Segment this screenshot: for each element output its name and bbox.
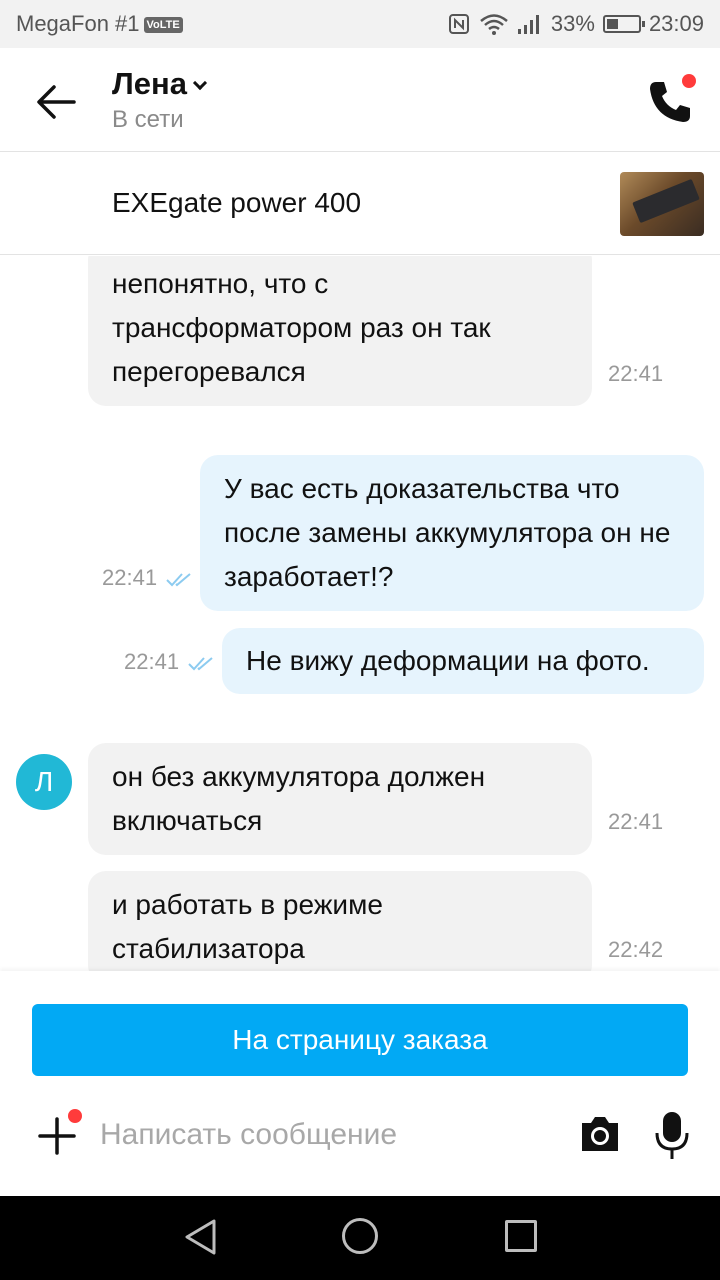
message-input[interactable]	[100, 1109, 560, 1161]
contact-name-button[interactable]: Лена	[112, 66, 208, 102]
message-time: 22:41	[102, 565, 158, 590]
chevron-down-icon	[192, 75, 208, 91]
contact-name: Лена	[112, 66, 187, 101]
message-bubble-outgoing: Не вижу деформации на фото.	[222, 628, 704, 694]
nav-recents-icon[interactable]	[505, 1220, 537, 1252]
presence-status: В сети	[112, 106, 184, 133]
listing-thumbnail	[620, 172, 704, 236]
message-time: 22:41	[608, 809, 664, 834]
message-bubble-incoming: он без аккумулятора должен включаться	[88, 743, 592, 855]
attach-button[interactable]	[38, 1109, 82, 1155]
message-time: 22:41	[608, 361, 664, 386]
message-time-row: 22:41	[124, 649, 215, 675]
message-bubble-incoming: и работать в режиме стабилизатора	[88, 871, 592, 971]
nfc-icon	[448, 14, 469, 34]
camera-icon[interactable]	[578, 1111, 622, 1155]
message-text: он без аккумулятора должен включаться	[112, 761, 486, 836]
nav-home-icon[interactable]	[342, 1218, 378, 1254]
volte-icon: VoLTE	[143, 17, 183, 34]
status-icons: 33% 23:09	[447, 11, 704, 37]
carrier-name: MegaFon #1	[16, 11, 140, 36]
composer-panel: На страницу заказа	[0, 971, 720, 1196]
call-notification-dot	[682, 74, 696, 88]
message-time: 22:42	[608, 937, 664, 962]
plus-icon	[38, 1117, 76, 1155]
call-button[interactable]	[646, 74, 696, 126]
clock: 23:09	[648, 11, 704, 36]
message-time: 22:41	[124, 649, 180, 674]
message-text: непонятно, что с трансформатором раз он …	[112, 268, 491, 387]
message-text: и работать в режиме стабилизатора	[112, 889, 383, 964]
battery-percent: 33%	[550, 11, 595, 36]
message-text: Не вижу деформации на фото.	[246, 645, 650, 676]
microphone-icon[interactable]	[654, 1111, 690, 1161]
message-bubble-incoming: непонятно, что с трансформатором раз он …	[88, 256, 592, 406]
message-text: У вас есть доказательства что после заме…	[224, 473, 671, 592]
avatar[interactable]: Л	[16, 754, 72, 810]
double-check-icon	[188, 657, 213, 671]
message-time-row: 22:41	[102, 565, 193, 591]
listing-row[interactable]: EXEgate power 400	[0, 153, 720, 255]
attach-notification-dot	[68, 1109, 82, 1123]
double-check-icon	[166, 573, 191, 587]
system-nav-bar	[0, 1196, 720, 1280]
carrier: MegaFon #1 VoLTE	[16, 11, 183, 37]
battery-icon	[602, 15, 645, 33]
listing-title: EXEgate power 400	[112, 187, 362, 218]
signal-icon	[517, 15, 539, 34]
message-bubble-outgoing: У вас есть доказательства что после заме…	[200, 455, 704, 611]
status-bar: MegaFon #1 VoLTE 33% 23:09	[0, 0, 720, 48]
nav-back-icon[interactable]	[184, 1218, 218, 1256]
order-page-button[interactable]: На страницу заказа	[32, 1004, 688, 1076]
back-arrow-icon[interactable]	[34, 82, 78, 122]
wifi-icon	[480, 14, 508, 35]
chat-header: Лена В сети	[0, 48, 720, 152]
message-list[interactable]: непонятно, что с трансформатором раз он …	[0, 256, 720, 971]
